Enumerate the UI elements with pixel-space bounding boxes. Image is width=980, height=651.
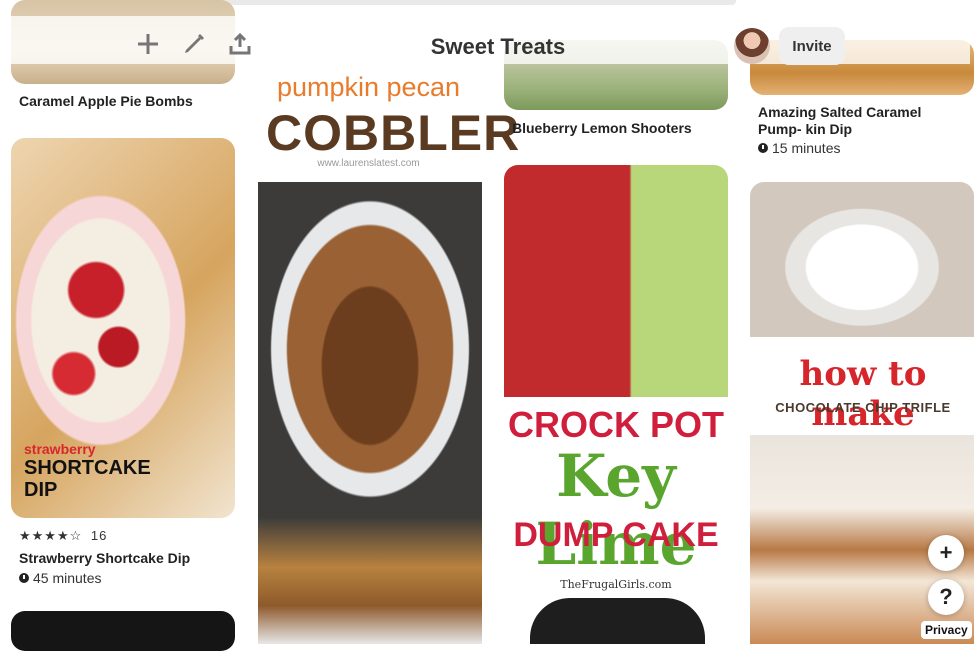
pin-title[interactable]: Blueberry Lemon Shooters xyxy=(512,120,692,137)
invite-button[interactable]: Invite xyxy=(779,27,845,65)
pin-image-next[interactable] xyxy=(11,611,235,651)
time-text: 15 minutes xyxy=(772,140,841,156)
star-icons: ★★★★☆ xyxy=(19,528,83,543)
pin-image-keylime-ingredients[interactable] xyxy=(504,165,728,397)
add-button[interactable]: + xyxy=(928,535,964,571)
privacy-link[interactable]: Privacy xyxy=(921,621,972,639)
board-title: Sweet Treats xyxy=(430,34,566,59)
pin-time: 45 minutes xyxy=(19,570,101,586)
time-text: 45 minutes xyxy=(33,570,102,586)
pin-overlay-text: SHORTCAKE DIP xyxy=(24,457,151,501)
pin-title[interactable]: Strawberry Shortcake Dip xyxy=(19,550,190,567)
pin-title[interactable]: Caramel Apple Pie Bombs xyxy=(19,93,193,110)
pin-overlay-text: CROCK POT xyxy=(508,404,724,445)
pin-overlay-text: pumpkin pecan xyxy=(276,72,461,102)
pin-overlay-text: strawberry xyxy=(24,441,96,457)
pin-time: 15 minutes xyxy=(758,140,840,156)
pin-overlay-text: DUMP CAKE xyxy=(513,516,719,554)
pin-overlay-text: how to make xyxy=(799,354,927,434)
pin-image-cobbler[interactable] xyxy=(258,182,482,516)
help-button[interactable]: ? xyxy=(928,579,964,615)
pin-title[interactable]: Amazing Salted Caramel Pump- kin Dip xyxy=(758,104,963,138)
pin-overlay-url: TheFrugalGirls.com xyxy=(560,578,672,591)
share-icon[interactable] xyxy=(228,32,252,61)
pencil-icon[interactable] xyxy=(182,32,206,61)
rating-count: 16 xyxy=(90,528,108,543)
pin-overlay-text: COBBLER xyxy=(266,105,521,161)
pin-overlay-text: CHOCOLATE CHIP TRIFLE xyxy=(775,400,951,415)
pin-overlay-url: www.laurenslatest.com xyxy=(317,158,420,169)
slow-cooker-shape xyxy=(530,598,705,644)
rating-stars: ★★★★☆ 16 xyxy=(19,528,107,544)
clock-icon xyxy=(758,143,768,153)
pin-image-trifle-top[interactable] xyxy=(750,182,974,337)
plus-icon[interactable] xyxy=(136,32,160,61)
pin-image-cobbler-2[interactable] xyxy=(258,516,482,644)
avatar[interactable] xyxy=(734,28,770,64)
pin-overlay-text: Key Lime xyxy=(535,442,697,578)
clock-icon xyxy=(19,573,29,583)
